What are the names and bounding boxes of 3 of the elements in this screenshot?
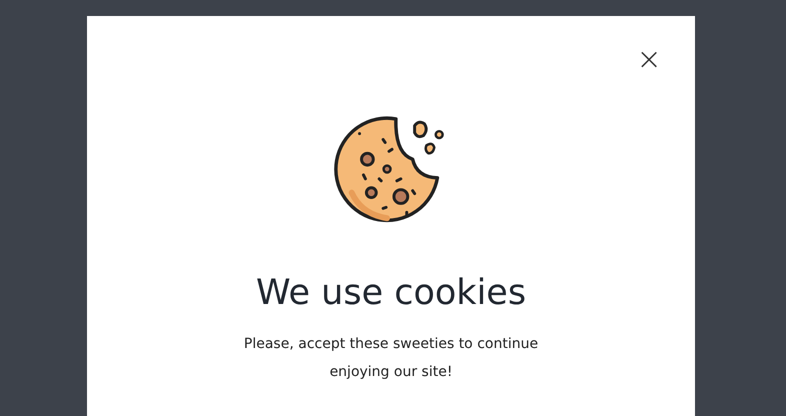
dialog-message: Please, accept these sweeties to continue enjoying our site! [242,335,540,382]
dialog-title: We use cookies [256,272,526,314]
close-button[interactable]: × [637,48,661,72]
